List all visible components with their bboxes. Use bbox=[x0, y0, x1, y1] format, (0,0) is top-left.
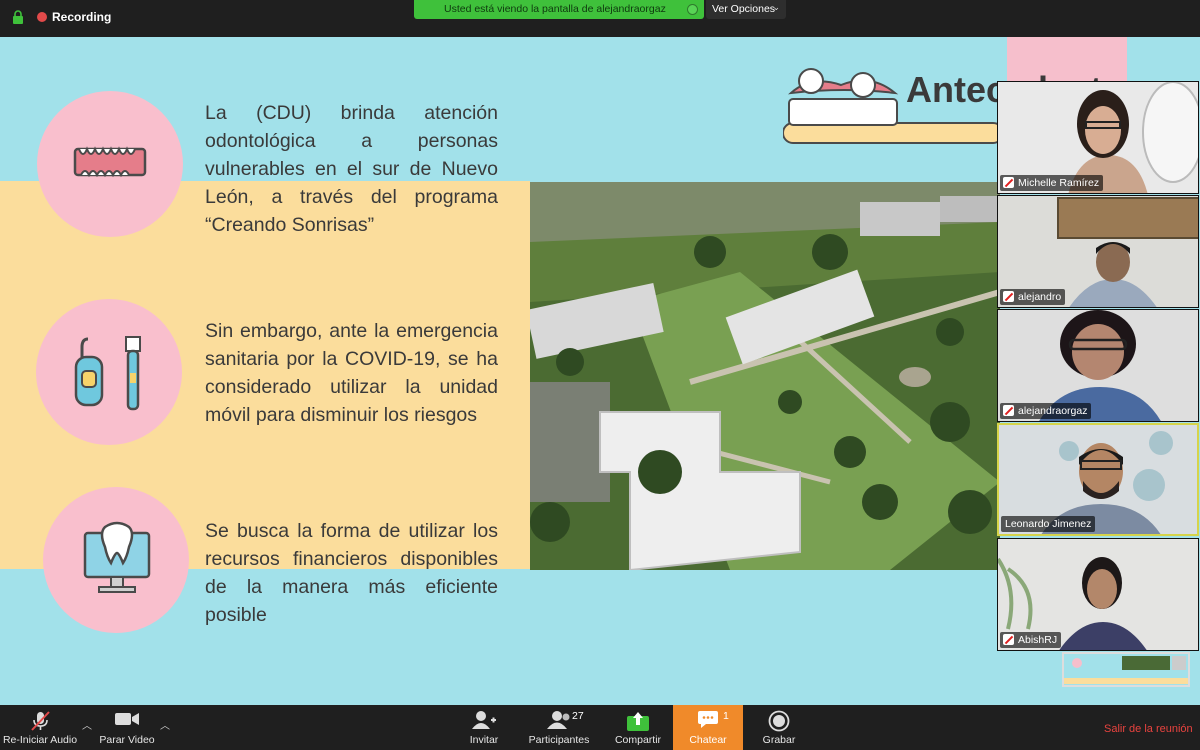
zoom-meeting-window: Recording Usted está viendo la pantalla … bbox=[0, 0, 1200, 750]
participant-name-label: alejandraorgaz bbox=[1000, 403, 1092, 419]
teeth-icon-circle bbox=[37, 91, 183, 237]
share-screen-icon bbox=[627, 712, 649, 731]
share-notice-text: Usted está viendo la pantalla de alejand… bbox=[444, 3, 666, 15]
muted-mic-icon bbox=[1003, 291, 1014, 302]
stop-video-button[interactable]: Parar Video bbox=[96, 705, 158, 750]
top-bar: Recording Usted está viendo la pantalla … bbox=[0, 0, 1200, 37]
record-button[interactable]: Grabar bbox=[752, 705, 806, 750]
record-icon bbox=[768, 710, 790, 732]
tooth-monitor-icon bbox=[83, 521, 151, 593]
leave-meeting-button[interactable]: Salir de la reunión bbox=[1104, 723, 1193, 735]
self-view-thumbnail[interactable] bbox=[1062, 652, 1190, 687]
screen-share-notice: Usted está viendo la pantalla de alejand… bbox=[414, 0, 704, 19]
share-screen-button[interactable]: Compartir bbox=[610, 705, 666, 750]
audio-label: Re-Iniciar Audio bbox=[2, 734, 78, 746]
recording-label: Recording bbox=[52, 10, 112, 24]
share-status-icon bbox=[687, 4, 698, 15]
view-options-label: Ver Opciones bbox=[712, 3, 776, 15]
slide-paragraph-2: Sin embargo, ante la emergencia sanitari… bbox=[205, 320, 498, 426]
participants-label: Participantes bbox=[528, 734, 590, 746]
chat-bubble-icon bbox=[698, 711, 718, 728]
participant-name-label: Leonardo Jimenez bbox=[1001, 516, 1096, 532]
muted-mic-icon bbox=[1003, 634, 1014, 645]
participant-name-label: alejandro bbox=[1000, 289, 1066, 305]
view-options-button[interactable]: Ver Opciones ⌄ bbox=[706, 0, 786, 19]
share-label: Compartir bbox=[614, 734, 662, 746]
video-tile-michelle[interactable]: Michelle Ramírez bbox=[997, 81, 1199, 194]
dental-tools-icon bbox=[74, 336, 141, 411]
chevron-down-icon: ⌄ bbox=[772, 2, 780, 12]
record-label: Grabar bbox=[762, 734, 796, 746]
chat-button[interactable]: 1 Chatear bbox=[673, 705, 743, 750]
chat-label: Chatear bbox=[689, 734, 727, 746]
video-options-chevron-icon[interactable]: ︿ bbox=[160, 717, 170, 732]
video-tile-alejandraorgaz[interactable]: alejandraorgaz bbox=[997, 309, 1199, 422]
video-camera-icon bbox=[115, 713, 139, 725]
muted-mic-icon bbox=[1003, 405, 1014, 416]
invite-button[interactable]: Invitar bbox=[459, 705, 509, 750]
add-user-icon bbox=[472, 711, 496, 729]
audio-button[interactable]: Re-Iniciar Audio bbox=[0, 705, 80, 750]
slide-paragraph-3: Se busca la forma de utilizar los recurs… bbox=[205, 520, 498, 626]
participants-button[interactable]: 27 Participantes bbox=[525, 705, 593, 750]
participants-count: 27 bbox=[572, 710, 584, 722]
video-tile-alejandro[interactable]: alejandro bbox=[997, 195, 1199, 308]
participants-icon bbox=[547, 711, 570, 729]
invite-label: Invitar bbox=[469, 734, 499, 746]
teeth-icon bbox=[73, 146, 147, 178]
participant-name-label: AbishRJ bbox=[1000, 632, 1062, 648]
campus-photo-image bbox=[530, 182, 1000, 570]
participant-name-label: Michelle Ramírez bbox=[1000, 175, 1104, 191]
video-tile-abishrj[interactable]: AbishRJ bbox=[997, 538, 1199, 651]
chat-unread-count: 1 bbox=[723, 710, 729, 722]
video-tile-leonardo[interactable]: Leonardo Jimenez bbox=[997, 423, 1199, 536]
recording-icon bbox=[37, 12, 47, 22]
slide-paragraph-1: La (CDU) brinda atención odontológica a … bbox=[205, 102, 498, 236]
muted-mic-icon bbox=[31, 711, 50, 731]
lock-icon bbox=[13, 10, 23, 24]
tooth-monitor-icon-circle bbox=[43, 487, 189, 633]
meeting-toolbar: Re-Iniciar Audio ︿ Parar Video ︿ Invitar bbox=[0, 705, 1200, 750]
dental-tools-icon-circle bbox=[36, 299, 182, 445]
campus-aerial-photo bbox=[530, 182, 1000, 570]
video-label: Parar Video bbox=[99, 734, 155, 746]
audio-options-chevron-icon[interactable]: ︿ bbox=[82, 717, 92, 732]
muted-mic-icon bbox=[1003, 177, 1014, 188]
